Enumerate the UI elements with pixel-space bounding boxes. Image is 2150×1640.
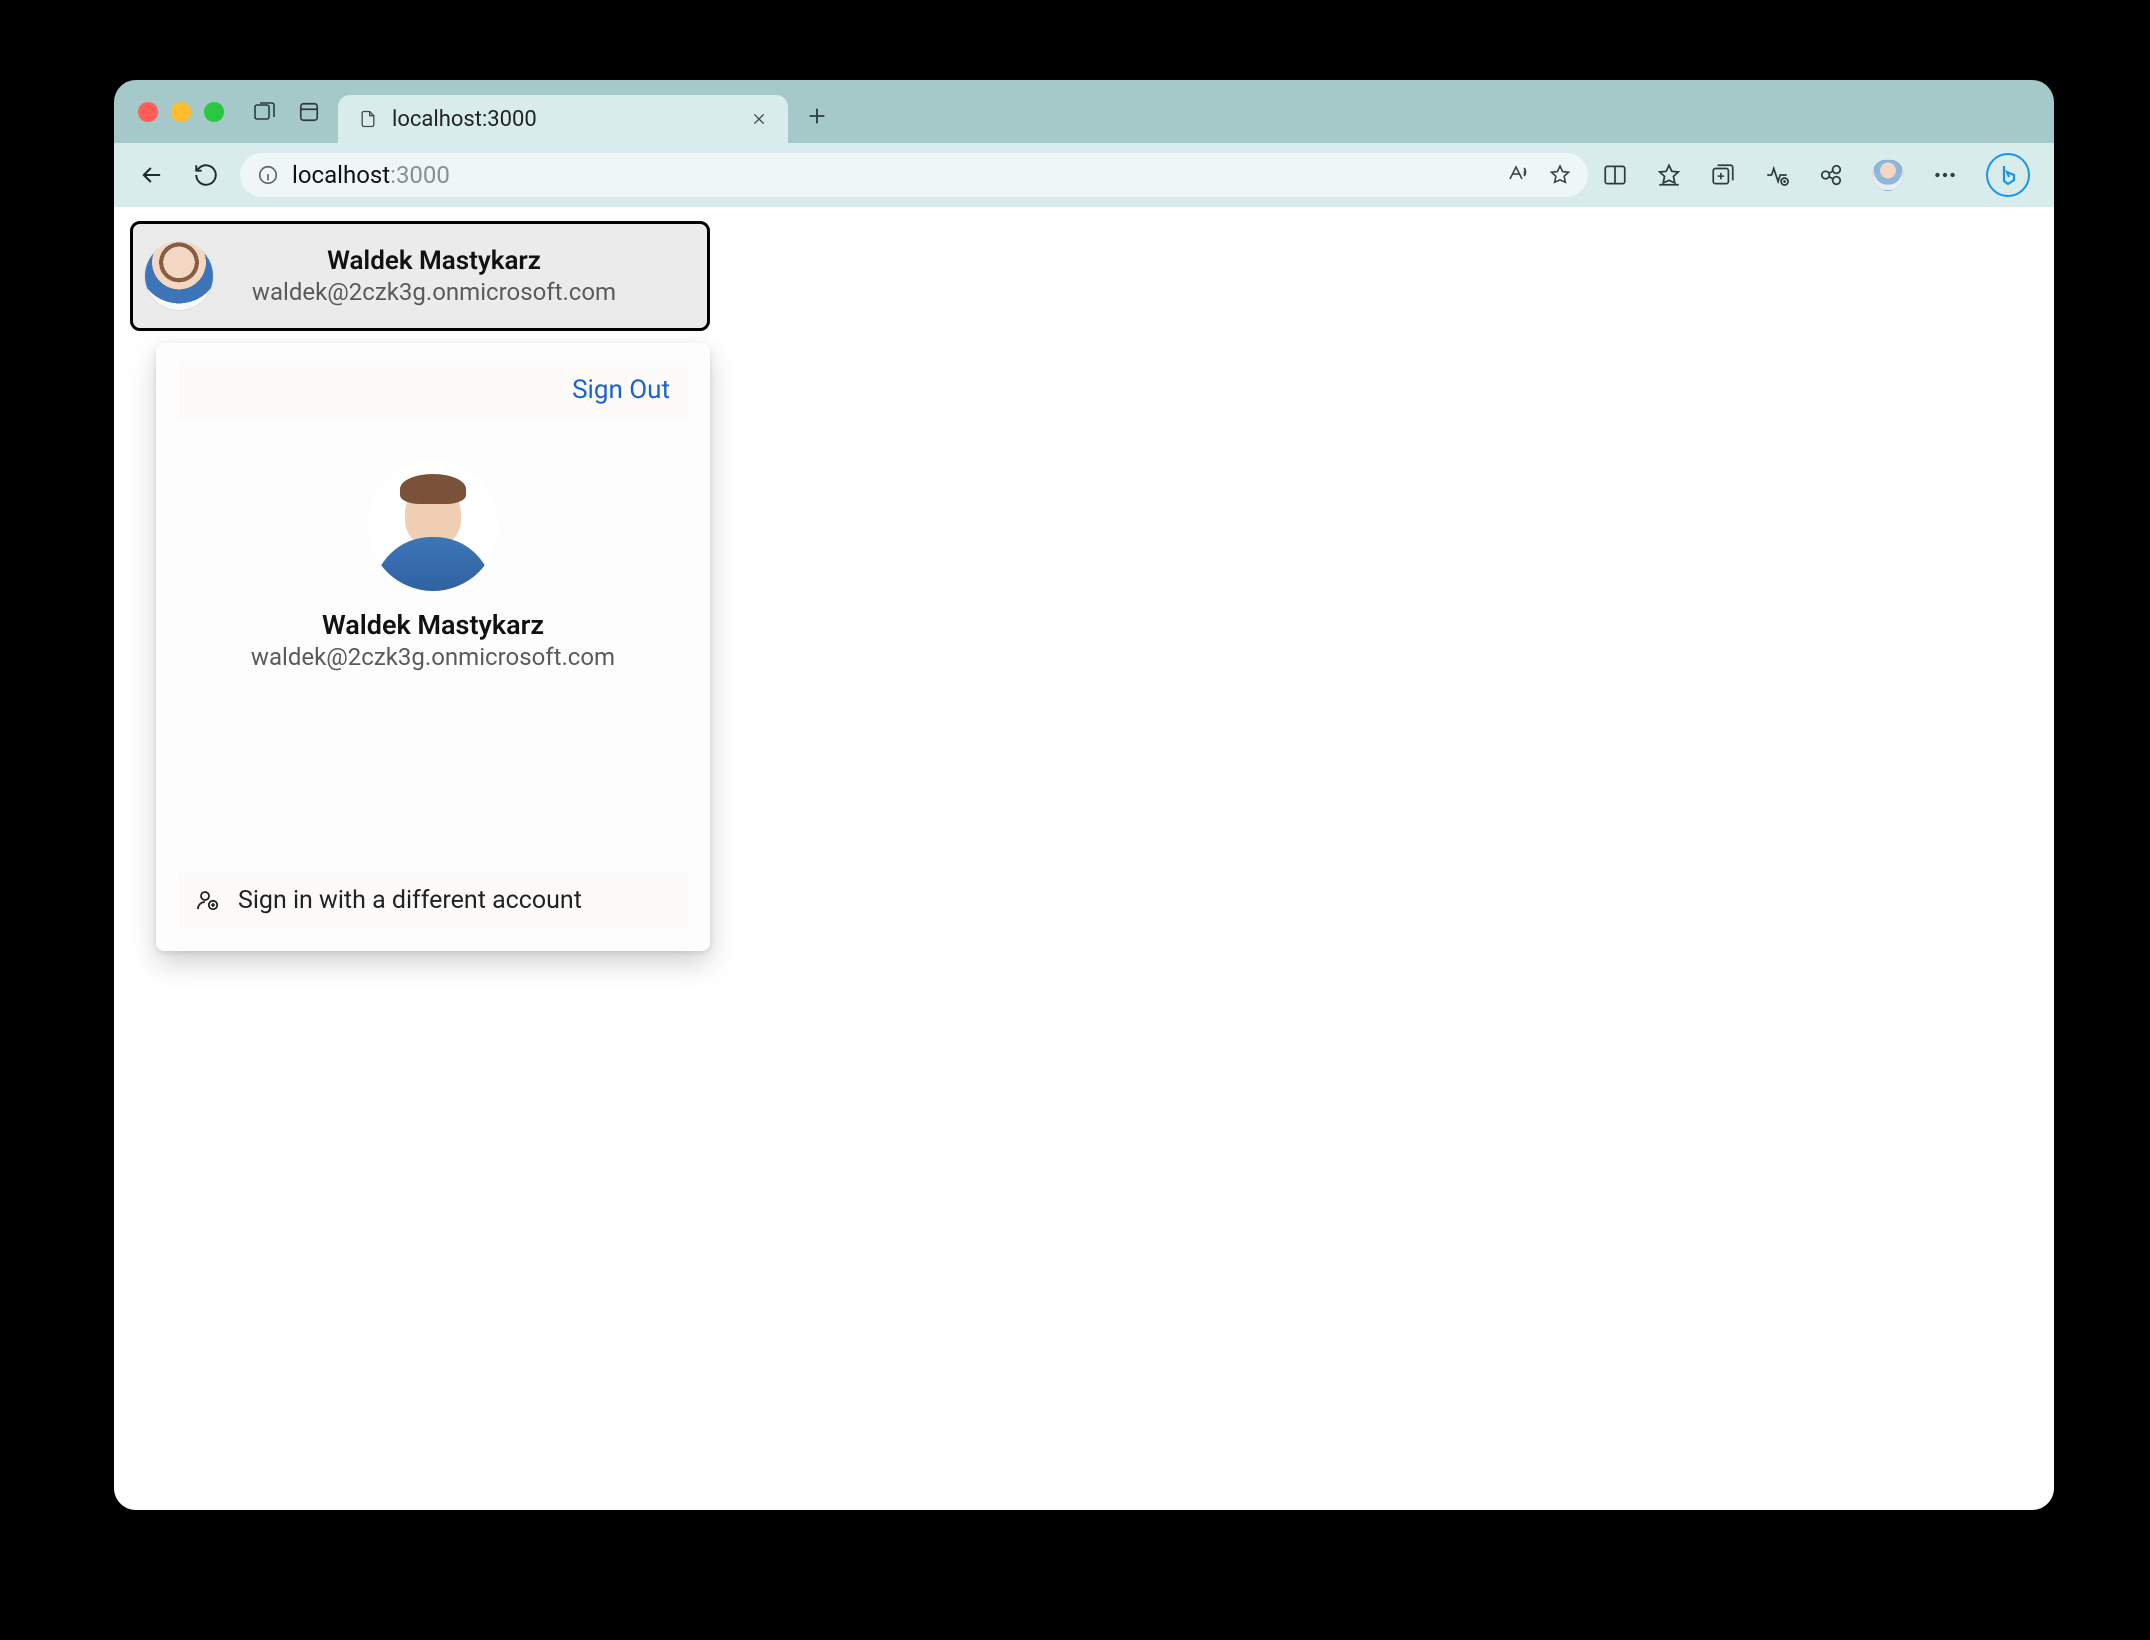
read-aloud-icon[interactable] (1506, 163, 1530, 187)
close-tab-button[interactable] (748, 108, 770, 130)
person-chip[interactable]: Waldek Mastykarz waldek@2czk3g.onmicroso… (130, 221, 710, 331)
site-info-icon[interactable] (256, 163, 280, 187)
profile-name: Waldek Mastykarz (322, 609, 544, 641)
switch-account-label: Sign in with a different account (238, 886, 582, 915)
address-bar[interactable]: localhost:3000 (240, 153, 1588, 197)
profile-email: waldek@2czk3g.onmicrosoft.com (251, 643, 615, 671)
window-controls (138, 102, 224, 122)
switch-account-button[interactable]: Sign in with a different account (178, 871, 688, 929)
collections-icon[interactable] (1710, 162, 1736, 188)
bing-chat-icon[interactable] (1986, 153, 2030, 197)
person-email: waldek@2czk3g.onmicrosoft.com (233, 278, 635, 306)
person-avatar-icon (145, 242, 213, 310)
workspaces-icon[interactable] (250, 97, 280, 127)
switch-account-icon (196, 888, 220, 912)
profile-avatar-icon[interactable] (1872, 159, 1904, 191)
performance-icon[interactable] (1764, 162, 1790, 188)
page-viewport: Waldek Mastykarz waldek@2czk3g.onmicroso… (114, 207, 2054, 1510)
person-name: Waldek Mastykarz (233, 246, 635, 276)
signout-row: Sign Out (178, 361, 688, 419)
tab-actions-icon[interactable] (294, 97, 324, 127)
split-screen-icon[interactable] (1602, 162, 1628, 188)
window-zoom-button[interactable] (204, 102, 224, 122)
profile-avatar-large-icon (368, 461, 498, 591)
window-minimize-button[interactable] (171, 102, 191, 122)
account-flyout: Sign Out Waldek Mastykarz waldek@2czk3g.… (156, 343, 710, 951)
sign-out-link[interactable]: Sign Out (572, 375, 670, 405)
favorite-star-icon[interactable] (1548, 163, 1572, 187)
person-chip-text: Waldek Mastykarz waldek@2czk3g.onmicroso… (233, 246, 635, 306)
back-button[interactable] (132, 155, 172, 195)
browser-toolbar: localhost:3000 (114, 143, 2054, 207)
browser-tab[interactable]: localhost:3000 (338, 95, 788, 143)
url-text: localhost:3000 (292, 161, 450, 189)
more-menu-icon[interactable] (1932, 162, 1958, 188)
reload-button[interactable] (186, 155, 226, 195)
profile-area: Waldek Mastykarz waldek@2czk3g.onmicroso… (178, 419, 688, 871)
page-favicon-icon (356, 107, 380, 131)
browser-window: localhost:3000 localhos (114, 80, 2054, 1510)
new-tab-button[interactable] (802, 101, 832, 131)
tab-strip: localhost:3000 (114, 80, 2054, 143)
favorites-icon[interactable] (1656, 162, 1682, 188)
tab-title: localhost:3000 (392, 107, 537, 132)
rewards-icon[interactable] (1818, 162, 1844, 188)
window-close-button[interactable] (138, 102, 158, 122)
